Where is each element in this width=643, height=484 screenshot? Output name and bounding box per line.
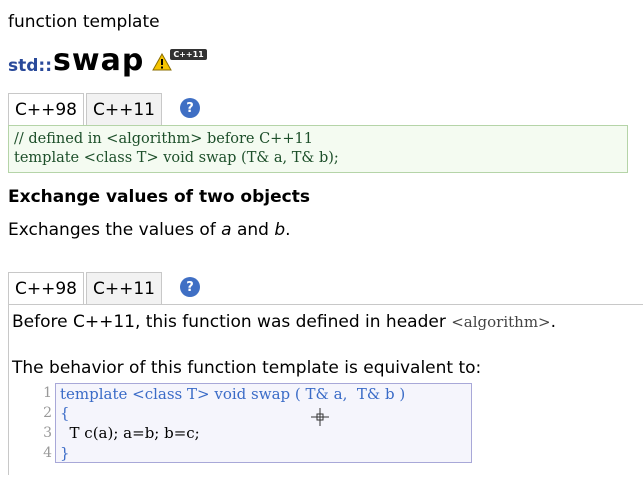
crosshair-cursor-icon (311, 408, 329, 426)
version-tabs-bottom: C++98 C++11 ? (8, 272, 200, 304)
param-a: a (221, 220, 232, 240)
page-kind: function template (8, 12, 160, 32)
header-link[interactable]: <algorithm> (451, 313, 550, 331)
code-example: 1 template <class T> void swap ( T& a, T… (32, 383, 472, 471)
line-number: 4 (43, 445, 52, 461)
line-number: 2 (43, 405, 52, 421)
code-text: template <class T> void swap ( T& a, T& … (55, 383, 472, 403)
param-b: b (274, 220, 286, 240)
tab-cpp11-top[interactable]: C++11 (86, 93, 162, 125)
help-icon[interactable]: ? (180, 277, 200, 297)
tab-cpp11-bottom[interactable]: C++11 (86, 272, 162, 304)
badge-label: C++11 (170, 49, 207, 60)
function-name: swap (53, 43, 145, 78)
code-line: 2 { (32, 403, 472, 423)
code-line: 1 template <class T> void swap ( T& a, T… (32, 383, 472, 403)
warning-icon (152, 53, 173, 71)
line-number: 1 (43, 385, 52, 401)
code-line: 3 T c(a); a=b; b=c; (32, 423, 472, 443)
tab-cpp98-bottom[interactable]: C++98 (8, 272, 84, 304)
declaration-box: // defined in <algorithm> before C++11 t… (8, 125, 628, 173)
header-note: Before C++11, this function was defined … (12, 312, 557, 332)
tab-cpp98-top[interactable]: C++98 (8, 93, 84, 125)
declaration-comment: // defined in <algorithm> before C++11 (14, 131, 313, 147)
cpp11-badge: C++11 (152, 49, 207, 73)
equivalent-note: The behavior of this function template i… (12, 358, 482, 378)
version-tabs-top: C++98 C++11 ? (8, 93, 200, 125)
line-number: 3 (43, 425, 52, 441)
code-text: T c(a); a=b; b=c; (55, 423, 472, 443)
code-text: { (55, 403, 472, 423)
help-icon[interactable]: ? (180, 98, 200, 118)
namespace-label: std:: (8, 56, 53, 76)
page-title: std:: swap C++11 (8, 43, 207, 78)
summary-text: Exchanges the values of a and b. (8, 220, 291, 240)
declaration-signature: template <class T> void swap (T& a, T& b… (14, 150, 339, 166)
code-line: 4 } (32, 443, 472, 463)
code-text: } (55, 443, 472, 463)
summary-heading: Exchange values of two objects (8, 187, 310, 207)
